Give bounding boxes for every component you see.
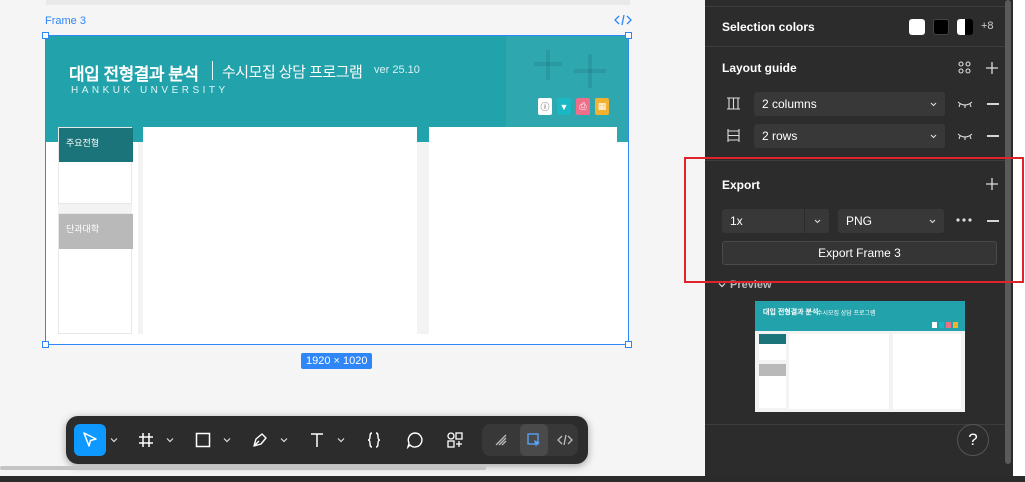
banner-pattern [534,62,562,66]
selection-colors-title: Selection colors [722,20,815,34]
table-icon[interactable]: ▦ [595,98,609,115]
preview-subtitle-text: 수시모집 상담 프로그램 [817,311,876,317]
preview-panel [789,334,889,409]
color-swatch[interactable] [933,19,949,35]
columns-value: 2 columns [762,97,817,111]
chevron-down-icon[interactable] [166,436,174,444]
frame-tool[interactable] [130,424,162,456]
remove-rows-icon[interactable] [987,135,999,137]
actions-tool[interactable] [439,424,471,456]
remove-columns-icon[interactable] [987,103,999,105]
comment-tool[interactable] [399,424,431,456]
rows-icon [727,129,740,142]
frame-label[interactable]: Frame 3 [45,15,86,27]
rows-value: 2 rows [762,129,798,143]
banner-subtitle: 수시모집 상담 프로그램 [222,64,363,81]
resize-handle-bl[interactable] [42,341,49,348]
columns-dropdown[interactable]: 2 columns [754,92,945,116]
divider [705,6,1005,7]
card-main[interactable]: 주요전형 [58,127,133,204]
banner-title: 대입 전형결과 분석 [69,65,199,84]
chevron-down-icon [930,102,937,107]
pen-tool[interactable] [244,424,276,456]
divider [705,46,1005,47]
card-sub[interactable]: 단과대학 [58,213,133,334]
window-bottom-edge [0,476,1025,482]
canvas[interactable]: Frame 3 대입 전형결과 분석 수시모집 상담 프로그램 ver 25.1… [0,0,705,482]
shape-tool[interactable] [187,424,219,456]
preview-card [759,334,786,360]
components-plus-icon [447,432,463,448]
help-button[interactable]: ? [957,424,989,456]
card-sub-header: 단과대학 [59,214,133,249]
frame-icon [139,433,153,447]
text-tool[interactable] [301,424,333,456]
code-tool[interactable] [358,424,390,456]
preview-card [759,364,786,408]
dev-mode[interactable] [552,424,578,456]
preview-button [932,322,937,328]
banner-pattern [574,69,606,73]
move-tool[interactable] [74,424,106,456]
design-mode[interactable] [520,424,548,456]
canvas-frame-edge [46,0,630,5]
chevron-down-icon [930,134,937,139]
comment-icon [406,432,423,449]
export-highlight-box [684,157,1024,283]
filter-icon[interactable]: ▼ [557,98,571,115]
cursor-icon [83,432,97,447]
pen-icon [253,433,267,447]
resize-handle-br[interactable] [625,341,632,348]
grid-styles-icon[interactable] [958,61,971,74]
print-icon[interactable]: ⎙ [576,98,590,115]
code-icon[interactable] [614,13,632,27]
layout-guide-title: Layout guide [722,61,797,75]
rectangle-icon [195,432,211,448]
preview-banner: 대입 전형결과 분석 수시모집 상담 프로그램 [755,301,965,331]
card-sub-label: 단과대학 [66,224,100,234]
text-icon [311,433,323,447]
color-swatch[interactable] [957,19,973,35]
more-colors-count[interactable]: +8 [981,20,994,32]
banner-university: HANKUK UNVERSITY [71,85,229,96]
columns-icon [727,97,740,110]
preview-title-text: 대입 전형결과 분석 [763,309,819,316]
chevron-down-icon[interactable] [337,436,345,444]
content-panel-left [143,127,417,334]
preview-button [946,322,951,328]
dimensions-badge: 1920 × 1020 [301,353,373,369]
background-window-edge [1013,360,1025,476]
design-icon [527,433,540,447]
eye-closed-icon[interactable] [957,99,973,109]
resize-handle-tr[interactable] [625,32,632,39]
chevron-down-icon[interactable] [280,436,288,444]
add-layout-guide-icon[interactable] [986,62,998,74]
divider [705,424,1005,425]
card-main-header: 주요전형 [59,128,133,162]
banner-divider [212,61,213,80]
chevron-down-icon[interactable] [110,436,118,444]
draw-mode[interactable] [487,424,515,456]
horizontal-scrollbar[interactable] [0,466,486,470]
preview-panel [893,334,961,409]
code-icon [557,434,573,446]
banner-version: ver 25.10 [374,64,420,76]
info-icon[interactable]: ⓘ [538,98,552,115]
color-swatch[interactable] [909,19,925,35]
card-main-label: 주요전형 [66,138,100,148]
resize-handle-tl[interactable] [42,32,49,39]
rows-dropdown[interactable]: 2 rows [754,124,945,148]
content-panel-right [429,127,617,334]
preview-button [939,322,944,328]
braces-icon [367,432,381,448]
frame-3[interactable]: 대입 전형결과 분석 수시모집 상담 프로그램 ver 25.10 HANKUK… [42,32,632,348]
preview-thumbnail: 대입 전형결과 분석 수시모집 상담 프로그램 [755,301,965,412]
preview-button [953,322,958,328]
chevron-down-icon[interactable] [223,436,231,444]
bottom-toolbar [66,416,588,464]
eye-closed-icon[interactable] [957,131,973,141]
draw-icon [495,434,507,446]
